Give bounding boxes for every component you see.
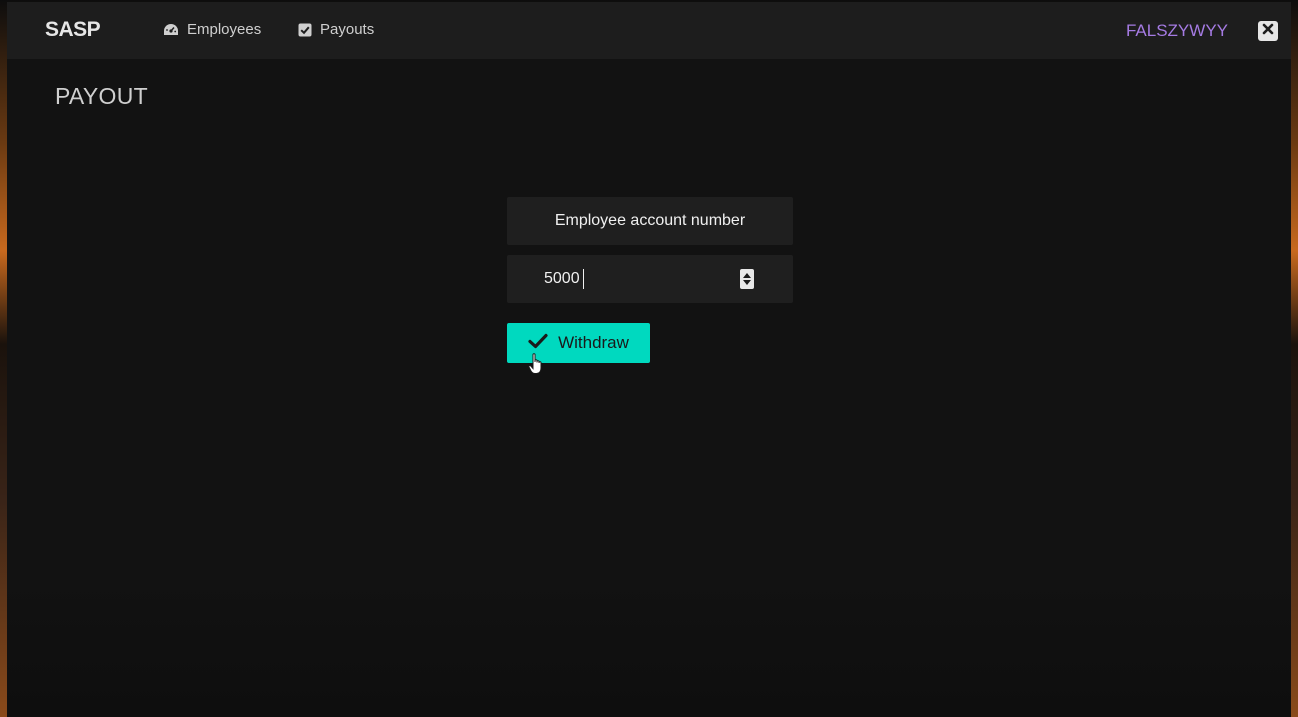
text-caret [583,269,584,289]
nav-employees-label: Employees [187,21,262,38]
hand-cursor-icon [528,353,544,380]
page-title: PAYOUT [55,83,148,109]
top-nav-bar: SASP Employees Payouts FALSZYWYY [7,2,1291,59]
account-number-label: Employee account number [507,197,793,245]
close-icon [1262,22,1274,40]
nav-payouts[interactable]: Payouts [298,21,374,38]
checkbox-icon [298,23,312,37]
dashboard-icon [163,23,179,37]
payout-form: Employee account number Withdraw [507,197,793,363]
nav-employees[interactable]: Employees [163,21,261,38]
amount-input[interactable] [544,255,734,303]
close-button[interactable] [1258,21,1278,41]
app-window: SASP Employees Payouts FALSZYWYY PAYOUT … [7,2,1291,717]
brand-logo: SASP [45,18,101,41]
nav-payouts-label: Payouts [320,21,375,38]
stepper-down-icon[interactable] [743,280,751,285]
stepper-up-icon[interactable] [743,273,751,278]
checkmark-icon [528,333,548,354]
amount-field-container [507,255,793,303]
withdraw-label: Withdraw [558,333,629,352]
number-stepper[interactable] [740,269,754,289]
username: FALSZYWYY [1125,21,1228,40]
